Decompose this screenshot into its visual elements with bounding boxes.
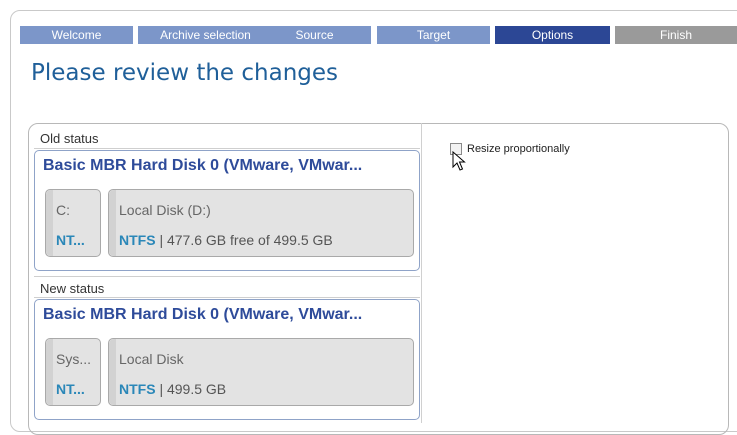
partition-name: Local Disk	[119, 351, 184, 367]
partition-c[interactable]: C: NT...	[45, 189, 101, 257]
new-disk-card[interactable]: Basic MBR Hard Disk 0 (VMware, VMwar... …	[34, 299, 420, 420]
partition-fs: NT...	[56, 232, 85, 248]
step-archive-selection: Archive selection	[138, 26, 273, 44]
partition-fs: NTFS	[119, 381, 156, 397]
new-status-divider	[34, 297, 420, 298]
old-status-divider	[34, 148, 420, 149]
new-status-label: New status	[40, 281, 105, 296]
partition-d[interactable]: Local Disk (D:) NTFS | 477.6 GB free of …	[108, 189, 414, 257]
partition-size-info: | 477.6 GB free of 499.5 GB	[155, 232, 333, 248]
partition-name: Local Disk (D:)	[119, 202, 211, 218]
partition-fs: NTFS	[119, 232, 156, 248]
partition-fs: NT...	[56, 381, 85, 397]
step-welcome: Welcome	[20, 26, 133, 44]
panel-divider	[421, 123, 422, 423]
disk-title: Basic MBR Hard Disk 0 (VMware, VMwar...	[43, 306, 363, 323]
partition-name: Sys...	[56, 351, 92, 367]
disk-title: Basic MBR Hard Disk 0 (VMware, VMwar...	[43, 157, 363, 174]
step-source: Source	[258, 26, 371, 44]
mouse-cursor-icon	[452, 151, 466, 171]
partition-system[interactable]: Sys... NT...	[45, 338, 101, 406]
partition-usage-bar	[109, 339, 116, 405]
step-finish: Finish	[615, 26, 737, 44]
partition-name: C:	[56, 202, 70, 218]
resize-proportionally-label[interactable]: Resize proportionally	[467, 143, 570, 155]
page-title: Please review the changes	[31, 60, 339, 86]
partition-size-info: | 499.5 GB	[155, 381, 227, 397]
step-target: Target	[377, 26, 490, 44]
step-options: Options	[495, 26, 610, 44]
old-status-label: Old status	[40, 131, 99, 146]
partition-usage-bar	[46, 190, 53, 256]
partition-fs-line: NTFS | 477.6 GB free of 499.5 GB	[119, 232, 333, 248]
partition-local-disk[interactable]: Local Disk NTFS | 499.5 GB	[108, 338, 414, 406]
partition-usage-bar	[46, 339, 53, 405]
old-disk-card[interactable]: Basic MBR Hard Disk 0 (VMware, VMwar... …	[34, 150, 420, 271]
new-status-top-divider	[34, 276, 420, 277]
partition-fs-line: NTFS | 499.5 GB	[119, 381, 226, 397]
partition-usage-bar	[109, 190, 116, 256]
